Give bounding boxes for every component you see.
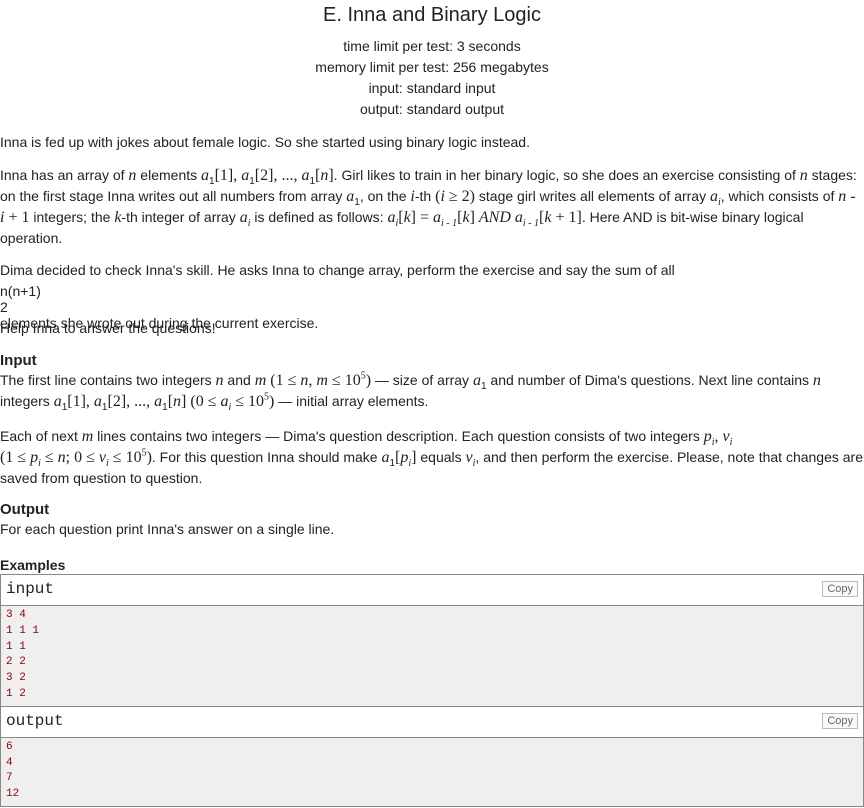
sample-input-line: 2 2 [6, 656, 26, 669]
time-limit: time limit per test: 3 seconds [343, 38, 521, 54]
legend-p4: Help Inna to answer the questions! [0, 320, 216, 336]
sample-input-body: 3 4 1 1 1 1 1 2 2 3 2 1 2 [1, 606, 863, 706]
memory-limit: memory limit per test: 256 megabytes [315, 59, 549, 75]
sample-output-line: 12 [6, 788, 20, 801]
input-section: Input The first line contains two intege… [0, 352, 864, 413]
sample-output-line: 6 [6, 740, 13, 753]
sample-input-line: 1 1 1 [6, 624, 40, 637]
sample-output-body: 6 4 7 12 [1, 737, 863, 806]
sample-input-line: 3 2 [6, 672, 26, 685]
problem-header: E. Inna and Binary Logic time limit per … [0, 0, 864, 120]
sample-output-line: 7 [6, 772, 13, 785]
examples-title: Examples [0, 557, 66, 573]
sample-input-header: input Copy [1, 575, 863, 606]
copy-input-button[interactable]: Copy [822, 581, 858, 597]
legend-p2: Inna has an array of n elements a1[1], a… [0, 167, 857, 246]
problem-title: E. Inna and Binary Logic [323, 4, 541, 26]
output-text: For each question print Inna's answer on… [0, 521, 335, 537]
sample-output-box: output Copy 6 4 7 12 [0, 706, 864, 807]
sample-input-line: 1 1 [6, 640, 26, 653]
output-section: Output For each question print Inna's an… [0, 501, 864, 539]
sample-output-label: output [6, 711, 64, 730]
sample-input-label: input [6, 580, 55, 598]
examples: Examples input Copy 3 4 1 1 1 1 1 2 2 3 … [0, 556, 864, 807]
legend-p1: Inna is fed up with jokes about female l… [0, 134, 530, 150]
sample-input-line: 3 4 [6, 609, 26, 621]
limits: time limit per test: 3 seconds memory li… [0, 36, 864, 120]
sample-input-line: 1 2 [6, 687, 26, 700]
sample-output-line: 4 [6, 756, 13, 769]
copy-output-button[interactable]: Copy [822, 712, 858, 729]
sample-output-header: output Copy [1, 706, 863, 738]
input-p2: Each of next m lines contains two intege… [0, 428, 863, 486]
input-title: Input [0, 352, 37, 369]
sample-input-box: input Copy 3 4 1 1 1 1 1 2 2 3 2 1 2 [0, 574, 864, 707]
input-spec: input: standard input [368, 80, 496, 96]
output-spec: output: standard output [360, 101, 504, 117]
output-title: Output [0, 501, 50, 518]
